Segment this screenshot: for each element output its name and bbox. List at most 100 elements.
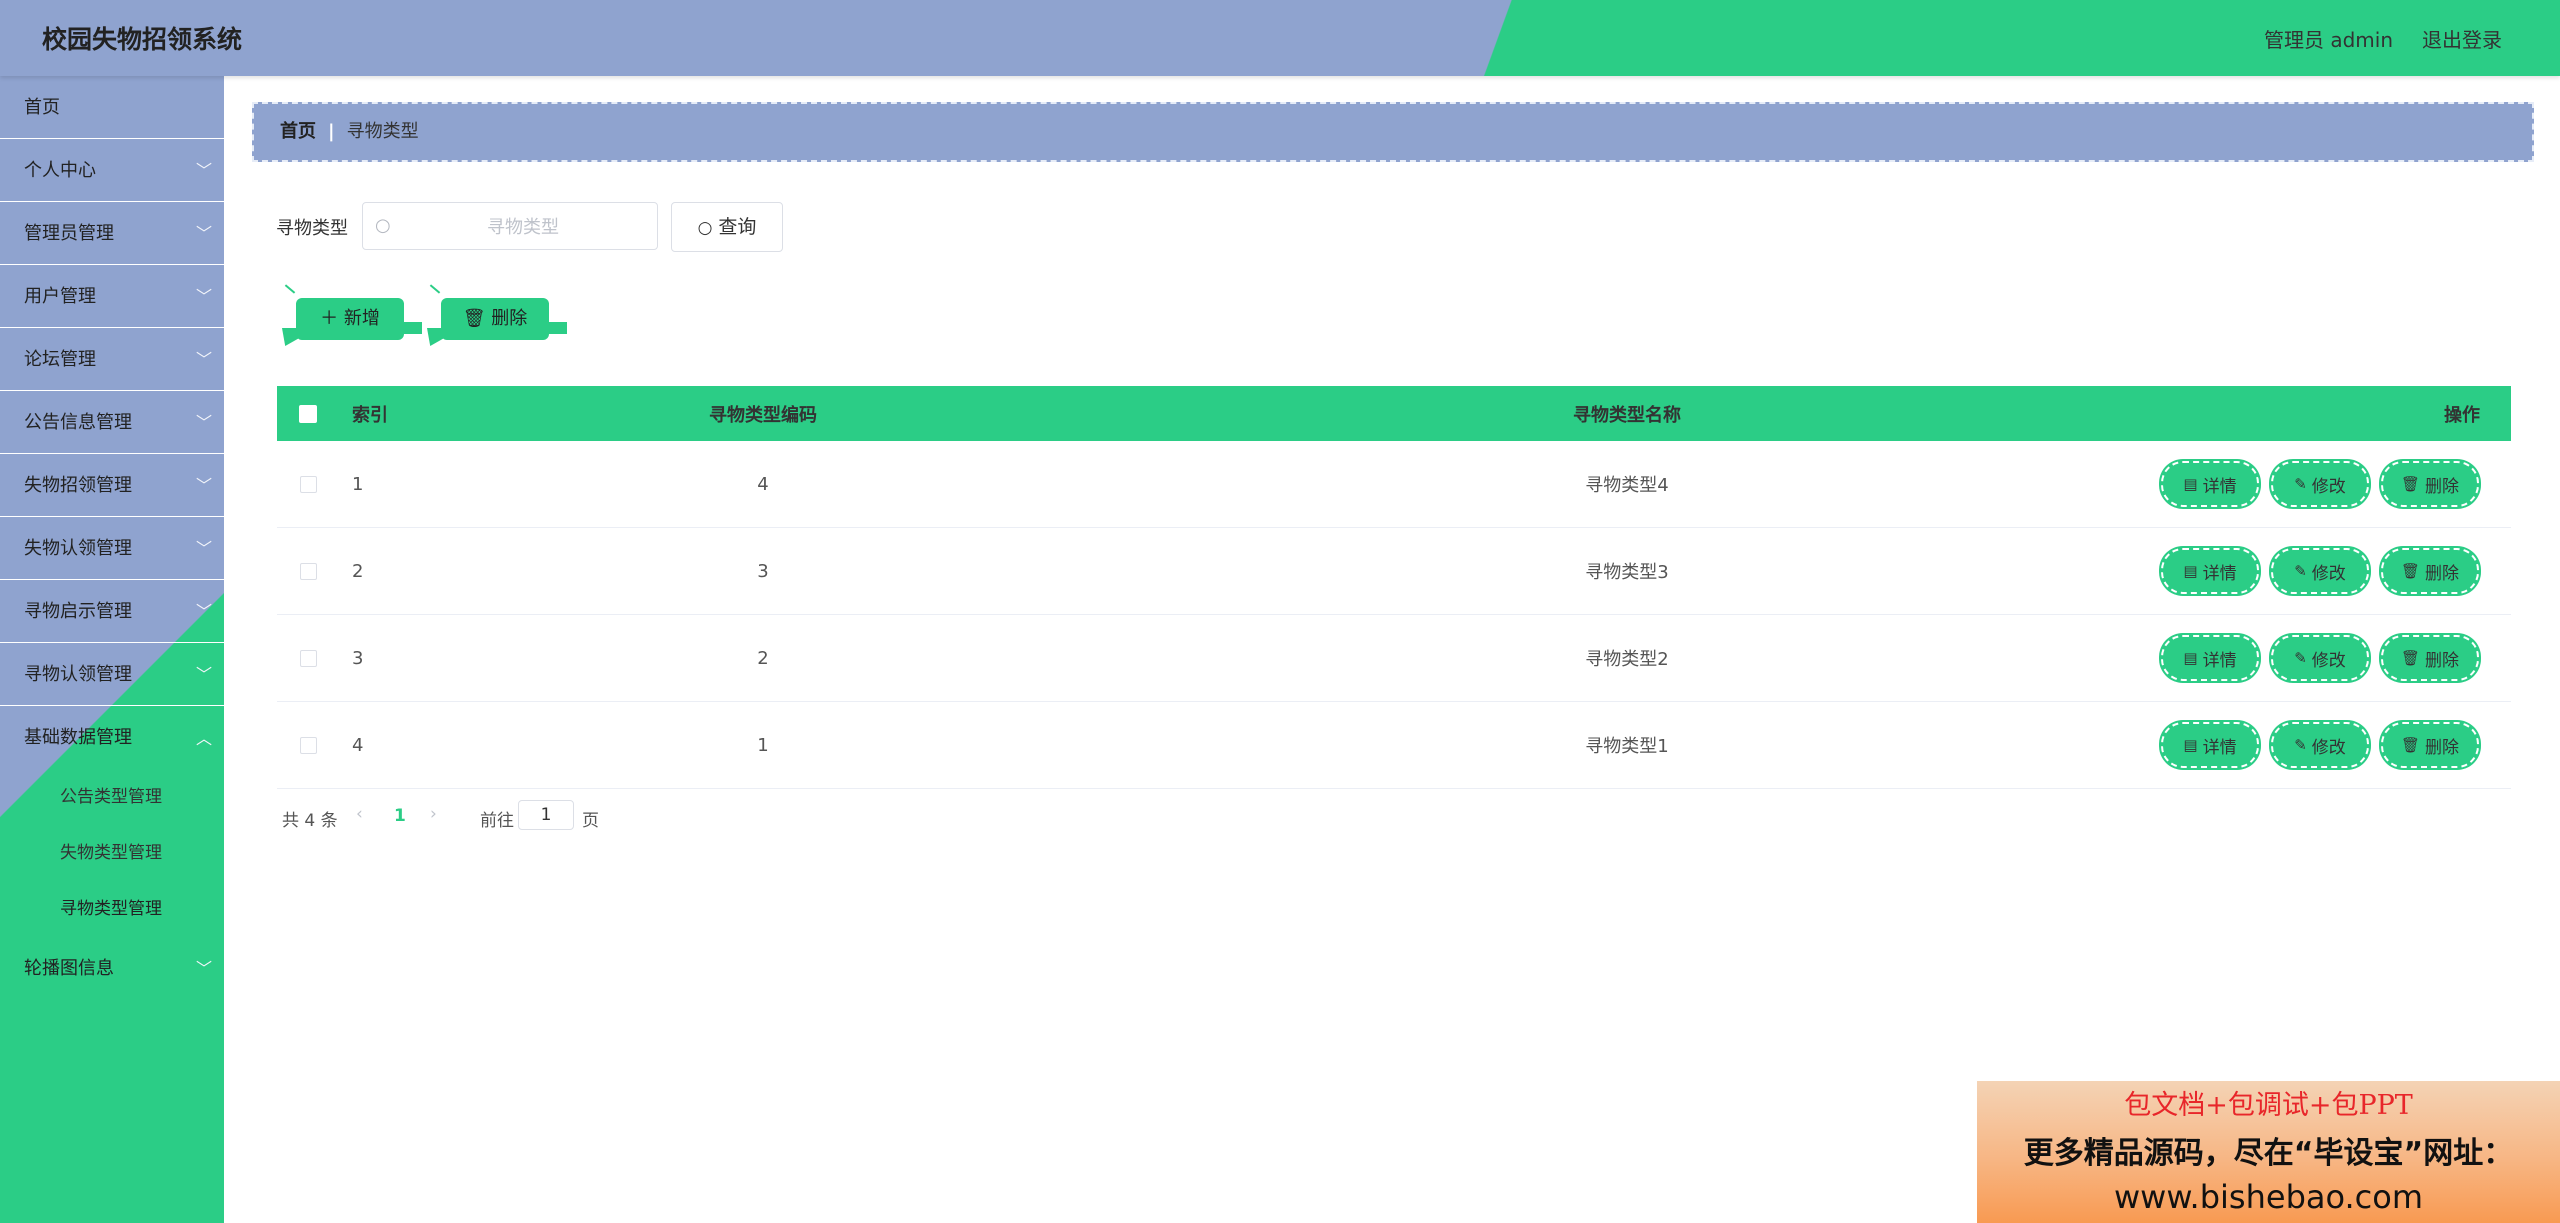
add-button-label: 新增 <box>343 308 380 329</box>
page-jump-input[interactable] <box>518 800 574 830</box>
sidebar-item-label: 轮播图信息 <box>24 958 114 979</box>
delete-button-label: 删除 <box>2425 650 2460 671</box>
chevron-down-icon: ﹀ <box>195 959 212 978</box>
button-decoration <box>427 328 443 346</box>
pagination-goto-label: 前往 <box>480 811 514 831</box>
sidebar-item-label: 失物认领管理 <box>24 538 132 559</box>
delete-button-label: 删除 <box>2425 737 2460 758</box>
delete-button-label: 删除 <box>2425 563 2460 584</box>
sidebar-item-label: 寻物认领管理 <box>24 664 132 685</box>
pencil-icon: ✎ <box>2294 649 2307 667</box>
sidebar-item-user-management[interactable]: 用户管理 ﹀ <box>0 265 224 328</box>
row-checkbox[interactable] <box>299 475 317 493</box>
app-title: 校园失物招领系统 <box>42 25 243 54</box>
sidebar-item-lost-found-management[interactable]: 失物招领管理 ﹀ <box>0 454 224 517</box>
detail-button[interactable]: ▤ 详情 <box>2161 461 2259 507</box>
add-button[interactable]: ＋ 新增 <box>282 284 422 346</box>
sidebar-item-search-notice-management[interactable]: 寻物启示管理 ﹀ <box>0 580 224 643</box>
sidebar-item-carousel-info[interactable]: 轮播图信息 ﹀ <box>0 937 224 1000</box>
row-checkbox[interactable] <box>299 736 317 754</box>
sidebar-item-search-claim-management[interactable]: 寻物认领管理 ﹀ <box>0 643 224 706</box>
header-code: 寻物类型编码 <box>709 404 817 426</box>
cell-code: 2 <box>757 647 769 669</box>
pagination-page-suffix: 页 <box>582 811 599 831</box>
edit-button-label: 修改 <box>2311 650 2346 671</box>
chevron-left-icon[interactable]: ‹ <box>356 804 363 824</box>
submenu-item-search-type[interactable]: 寻物类型管理 <box>0 881 224 937</box>
detail-button[interactable]: ▤ 详情 <box>2161 722 2259 768</box>
button-decoration <box>282 328 298 346</box>
cell-name: 寻物类型3 <box>1585 562 1669 583</box>
sidebar-item-label: 论坛管理 <box>24 349 96 370</box>
table-row: 1 4 寻物类型4 ▤ 详情 ✎ 修改 🗑 删除 <box>277 441 2511 528</box>
sidebar-item-label: 个人中心 <box>24 160 96 181</box>
sidebar-item-label: 寻物启示管理 <box>24 601 132 622</box>
edit-button[interactable]: ✎ 修改 <box>2271 635 2369 681</box>
submenu-item-notice-type[interactable]: 公告类型管理 <box>0 769 224 825</box>
delete-button[interactable]: 🗑 删除 <box>2381 548 2479 594</box>
search-box[interactable]: ○ <box>362 202 658 250</box>
edit-button-label: 修改 <box>2311 476 2346 497</box>
trash-icon: 🗑 <box>2400 562 2421 580</box>
breadcrumb: 首页 | 寻物类型 <box>252 102 2534 162</box>
sidebar-item-admin-management[interactable]: 管理员管理 ﹀ <box>0 202 224 265</box>
detail-button[interactable]: ▤ 详情 <box>2161 548 2259 594</box>
plus-icon: ＋ <box>320 308 344 329</box>
detail-button[interactable]: ▤ 详情 <box>2161 635 2259 681</box>
sidebar-item-basic-data-management[interactable]: 基础数据管理 ﹀ <box>0 706 224 769</box>
chevron-down-icon: ﹀ <box>195 287 212 306</box>
data-table: 索引 寻物类型编码 寻物类型名称 操作 1 4 寻物类型4 ▤ 详情 ✎ 修改 🗑 删… <box>277 386 2511 789</box>
document-icon: ▤ <box>2183 649 2198 667</box>
cell-name: 寻物类型2 <box>1585 649 1669 670</box>
search-icon: ○ <box>697 218 713 238</box>
promo-line-1: 包文档+包调试+包PPT <box>2124 1090 2413 1121</box>
promo-line-3: www.bishebao.com <box>2113 1178 2424 1216</box>
submenu-item-lost-type[interactable]: 失物类型管理 <box>0 825 224 881</box>
query-button-label: 查询 <box>718 216 757 238</box>
breadcrumb-home[interactable]: 首页 <box>280 121 316 142</box>
sidebar-item-label: 公告信息管理 <box>24 412 132 433</box>
top-header: 校园失物招领系统 管理员 admin 退出登录 <box>0 0 2560 76</box>
trash-icon: 🗑 <box>462 308 492 329</box>
document-icon: ▤ <box>2183 736 2198 754</box>
delete-button[interactable]: 🗑 删除 <box>2381 722 2479 768</box>
search-input[interactable] <box>401 209 645 245</box>
row-checkbox[interactable] <box>299 562 317 580</box>
pencil-icon: ✎ <box>2294 475 2307 493</box>
edit-button[interactable]: ✎ 修改 <box>2271 548 2369 594</box>
cell-index: 2 <box>352 560 364 582</box>
sidebar-item-personal-center[interactable]: 个人中心 ﹀ <box>0 139 224 202</box>
cell-index: 3 <box>352 647 364 669</box>
pencil-icon: ✎ <box>2294 562 2307 580</box>
edit-button[interactable]: ✎ 修改 <box>2271 722 2369 768</box>
cell-name: 寻物类型4 <box>1585 475 1669 496</box>
select-all-checkbox[interactable] <box>299 404 317 423</box>
current-user: 管理员 admin <box>2264 28 2394 52</box>
edit-button-label: 修改 <box>2311 737 2346 758</box>
detail-button-label: 详情 <box>2202 650 2237 671</box>
batch-delete-button[interactable]: 🗑 删除 <box>427 284 567 346</box>
sidebar-item-label: 管理员管理 <box>24 223 114 244</box>
table-row: 3 2 寻物类型2 ▤ 详情 ✎ 修改 🗑 删除 <box>277 615 2511 702</box>
sidebar-item-notice-management[interactable]: 公告信息管理 ﹀ <box>0 391 224 454</box>
logout-button[interactable]: 退出登录 <box>2422 24 2502 53</box>
table-header: 索引 寻物类型编码 寻物类型名称 操作 <box>277 386 2511 441</box>
sidebar-item-lost-claim-management[interactable]: 失物认领管理 ﹀ <box>0 517 224 580</box>
page-number[interactable]: 1 <box>394 806 406 826</box>
row-checkbox[interactable] <box>299 649 317 667</box>
chevron-right-icon[interactable]: › <box>430 804 437 824</box>
delete-button-label: 删除 <box>2425 476 2460 497</box>
document-icon: ▤ <box>2183 562 2198 580</box>
query-button[interactable]: ○ 查询 <box>671 202 783 252</box>
delete-button[interactable]: 🗑 删除 <box>2381 461 2479 507</box>
delete-button[interactable]: 🗑 删除 <box>2381 635 2479 681</box>
button-decoration <box>402 322 422 334</box>
pencil-icon: ✎ <box>2294 736 2307 754</box>
sidebar-item-forum-management[interactable]: 论坛管理 ﹀ <box>0 328 224 391</box>
detail-button-label: 详情 <box>2202 476 2237 497</box>
edit-button[interactable]: ✎ 修改 <box>2271 461 2369 507</box>
button-decoration <box>429 284 441 294</box>
sidebar-item-home[interactable]: 首页 <box>0 76 224 139</box>
promo-banner: 包文档+包调试+包PPT 更多精品源码，尽在“毕设宝”网址： www.bishe… <box>1977 1081 2560 1223</box>
breadcrumb-separator: | <box>328 121 335 142</box>
